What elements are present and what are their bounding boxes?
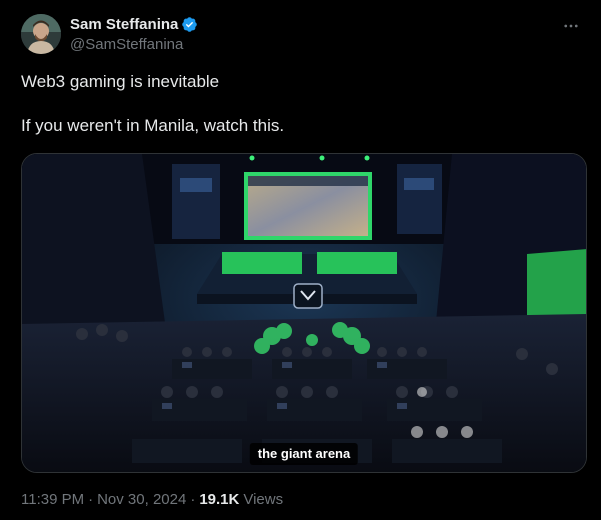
- meta-separator: ·: [88, 491, 94, 508]
- tweet-time[interactable]: 11:39 PM: [21, 490, 84, 509]
- tweet-date[interactable]: Nov 30, 2024: [97, 490, 186, 509]
- tweet-header: Sam Steffanina @SamSteffanina: [21, 14, 198, 54]
- video-media[interactable]: the giant arena: [21, 153, 587, 473]
- tweet-text: Web3 gaming is inevitable If you weren't…: [21, 71, 581, 137]
- views-label: Views: [243, 491, 284, 508]
- author-names: Sam Steffanina @SamSteffanina: [70, 15, 198, 54]
- avatar[interactable]: [21, 14, 61, 54]
- tweet-meta: 11:39 PM · Nov 30, 2024 · 19.1K Views: [21, 490, 283, 509]
- display-name[interactable]: Sam Steffanina: [70, 15, 178, 34]
- tweet: Sam Steffanina @SamSteffanina Web3 gamin…: [0, 0, 601, 520]
- verified-badge-icon: [181, 16, 198, 33]
- meta-separator: ·: [190, 491, 196, 508]
- handle[interactable]: @SamSteffanina: [70, 35, 198, 54]
- name-row: Sam Steffanina: [70, 15, 198, 34]
- arena-scene: [22, 154, 586, 472]
- more-horizontal-icon[interactable]: [561, 16, 581, 36]
- tweet-text-line-1: Web3 gaming is inevitable: [21, 72, 220, 91]
- tweet-text-line-2: If you weren't in Manila, watch this.: [21, 116, 285, 135]
- views-count[interactable]: 19.1K: [199, 490, 239, 509]
- video-caption: the giant arena: [249, 443, 359, 465]
